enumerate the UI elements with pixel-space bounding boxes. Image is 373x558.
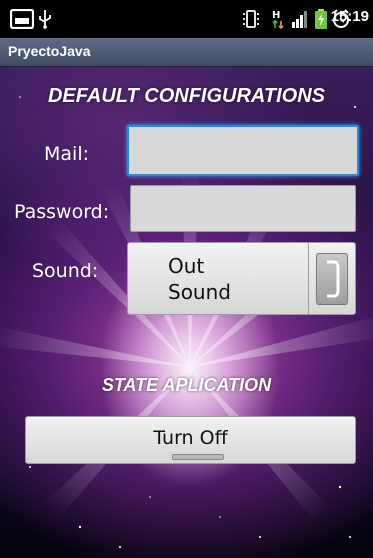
- svg-text:H: H: [272, 10, 280, 21]
- sound-toggle-knob: [316, 253, 348, 305]
- sound-toggle-label: Out Sound: [168, 254, 231, 304]
- config-heading: DEFAULT CONFIGURATIONS: [47, 85, 326, 107]
- state-heading: STATE APLICATION: [101, 375, 272, 395]
- signal-icon: [292, 11, 307, 28]
- usb-icon: [39, 10, 51, 29]
- battery-icon: [315, 9, 327, 29]
- sound-label: Sound:: [32, 260, 99, 282]
- status-bar: H 15:19: [0, 0, 373, 38]
- password-label: Password:: [14, 201, 110, 223]
- main-content: DEFAULT CONFIGURATIONS Mail: Password: S…: [0, 67, 373, 558]
- sound-toggle-divider: [308, 243, 309, 314]
- turn-off-button[interactable]: Turn Off: [25, 416, 356, 464]
- mail-input[interactable]: [127, 125, 359, 176]
- status-time: 15:19: [330, 8, 369, 25]
- app-title: PryectoJava: [8, 43, 91, 59]
- vibrate-icon: [243, 10, 259, 28]
- turn-off-label: Turn Off: [153, 427, 228, 449]
- data-transfer-icon: H: [272, 10, 284, 29]
- toggle-bracket-icon: [327, 260, 340, 298]
- password-input[interactable]: [130, 185, 356, 232]
- mail-label: Mail:: [44, 143, 89, 165]
- app-title-bar: PryectoJava: [0, 38, 373, 67]
- sim-card-icon: [10, 9, 34, 29]
- turn-off-indicator: [172, 454, 224, 460]
- sound-toggle-button[interactable]: Out Sound: [127, 242, 356, 315]
